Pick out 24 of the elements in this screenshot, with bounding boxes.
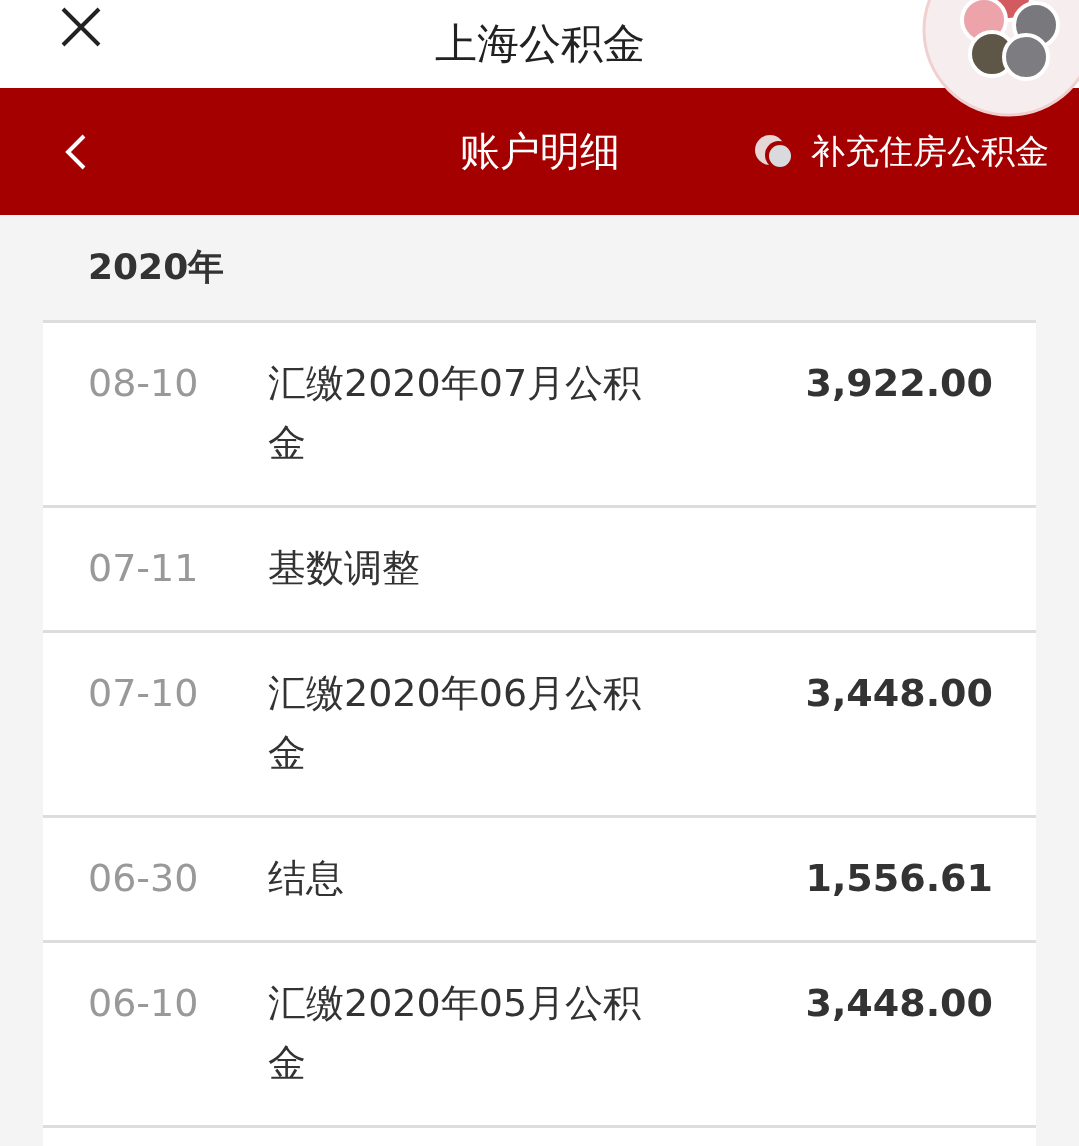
record-row[interactable]: 07-11 基数调整 (43, 508, 1036, 633)
record-row[interactable]: 06-10 汇缴2020年05月公积金 3,448.00 (43, 943, 1036, 1128)
year-heading: 2020年 (87, 245, 226, 289)
record-date: 07-10 (88, 670, 200, 717)
record-date: 08-10 (88, 360, 200, 407)
record-row[interactable]: 08-10 汇缴2020年07月公积金 3,922.00 (43, 323, 1036, 508)
account-switch-button[interactable]: 补充住房公积金 (753, 128, 1049, 175)
record-description: 汇缴2020年05月公积金 (268, 980, 643, 1087)
record-amount: 3,922.00 (804, 360, 993, 407)
record-date: 06-30 (88, 855, 200, 902)
record-description: 汇缴2020年07月公积金 (268, 360, 643, 467)
record-amount: 3,448.00 (804, 670, 993, 717)
record-description: 汇缴2020年06月公积金 (268, 670, 643, 777)
page-title: 账户明细 (459, 127, 620, 176)
record-row[interactable]: 06-30 结息 1,556.61 (43, 818, 1036, 943)
record-date: 07-11 (88, 545, 200, 592)
close-icon[interactable] (60, 6, 102, 48)
record-description: 结息 (268, 855, 345, 902)
record-description: 基数调整 (268, 545, 421, 592)
record-amount: 1,556.61 (804, 855, 993, 902)
record-row[interactable]: 07-10 汇缴2020年06月公积金 3,448.00 (43, 633, 1036, 818)
record-date: 06-10 (88, 980, 200, 1027)
app-title: 上海公积金 (434, 18, 645, 70)
record-amount: 3,448.00 (804, 980, 993, 1027)
